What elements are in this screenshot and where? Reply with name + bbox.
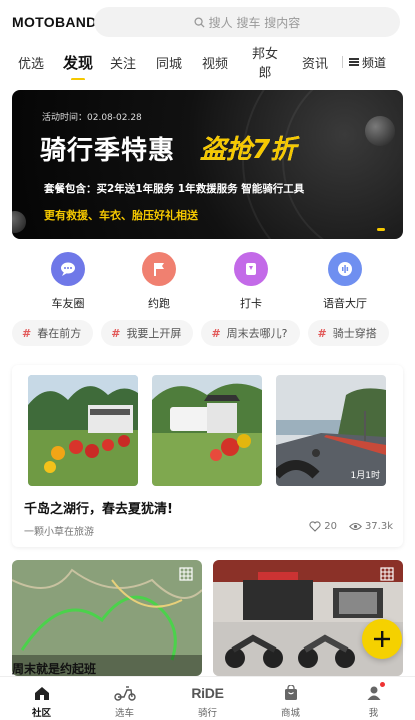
hashtag-chip[interactable]: # 骑士穿搭	[307, 320, 389, 346]
channel-label: 频道	[362, 55, 387, 70]
nav-ride[interactable]: RiDE 骑行	[166, 677, 249, 720]
create-post-button[interactable]	[362, 619, 402, 659]
chip-label: 我要上开屏	[126, 327, 182, 340]
bottom-nav: 社区 选车 RiDE 骑行 商城 我	[0, 676, 415, 720]
bookmark-pin-icon	[234, 252, 268, 286]
home-icon	[0, 683, 83, 703]
nav-label: 我	[368, 708, 379, 719]
quick-label: 语音大厅	[323, 297, 367, 310]
banner-date: 活动时间：02.08-02.28	[42, 113, 142, 123]
search-input[interactable]: 搜人 搜车 搜内容	[94, 7, 400, 37]
quick-item-riders-circle[interactable]: 车友圈	[28, 252, 108, 311]
nav-mall[interactable]: 商城	[249, 677, 332, 720]
user-icon	[332, 683, 415, 703]
quick-item-ride-meetup[interactable]: 约跑	[119, 252, 199, 311]
banner-highlight: 盗抢7折	[194, 129, 302, 166]
tab-youxuan[interactable]: 优选	[18, 53, 44, 72]
menu-icon	[349, 58, 359, 66]
tab-discover[interactable]: 发现	[62, 52, 94, 81]
quick-entries: 车友圈 约跑 打卡 语音大厅	[0, 252, 415, 314]
quick-label: 打卡	[240, 297, 262, 310]
tab-video[interactable]: 视频	[202, 53, 228, 72]
eye-icon	[348, 522, 362, 531]
nav-label: 选车	[114, 708, 134, 719]
banner-gift-text: 更有救援、车衣、胎压好礼相送	[44, 209, 198, 222]
hashtag-icon: #	[22, 326, 32, 340]
chip-label: 周末去哪儿?	[226, 327, 288, 340]
feed-thumb-title[interactable]: 周末就是约起班	[12, 660, 96, 676]
hashtag-icon: #	[111, 326, 121, 340]
quick-label: 车友圈	[51, 297, 85, 310]
nav-community[interactable]: 社区	[0, 677, 83, 720]
banner-decor-ball	[365, 116, 395, 146]
chip-label: 春在前方	[37, 327, 82, 340]
banner-page-indicator	[377, 228, 385, 231]
ride-logo-icon: RiDE	[191, 685, 224, 701]
shopping-bag-icon	[249, 683, 332, 703]
post-photo-grid: 1月1时	[28, 375, 387, 486]
tab-follow[interactable]: 关注	[110, 53, 136, 72]
category-tabs: 优选 发现 关注 同城 视频 邦女郎 资讯 频道	[0, 43, 415, 81]
notification-dot	[380, 682, 385, 687]
nav-me[interactable]: 我	[332, 677, 415, 720]
app-logo: MOTOBAND	[12, 14, 97, 30]
post-photo[interactable]	[152, 375, 262, 486]
hashtag-icon: #	[211, 326, 221, 340]
hashtag-chips: # 春在前方 # 我要上开屏 # 周末去哪儿? # 骑士穿搭	[12, 320, 397, 346]
audio-wave-icon	[328, 252, 362, 286]
tab-divider	[342, 56, 343, 68]
hashtag-chip[interactable]: # 春在前方	[12, 320, 94, 346]
nav-label: 社区	[31, 708, 51, 719]
channel-button[interactable]: 频道	[349, 54, 386, 71]
quick-label: 约跑	[148, 297, 170, 310]
feed-page: 活动时间：02.08-02.28 骑行季特惠 盗抢7折 套餐包含：买2年送1年服…	[0, 80, 415, 676]
promo-banner[interactable]: 活动时间：02.08-02.28 骑行季特惠 盗抢7折 套餐包含：买2年送1年服…	[12, 90, 403, 239]
quick-item-checkin[interactable]: 打卡	[211, 252, 291, 311]
banner-decor-ball	[12, 211, 26, 233]
scooter-icon	[83, 683, 166, 703]
tab-bangnvlang[interactable]: 邦女郎	[246, 43, 284, 81]
heart-icon	[309, 521, 321, 532]
search-placeholder: 搜人 搜车 搜内容	[208, 15, 301, 30]
search-icon	[194, 16, 205, 28]
nav-label: 骑行	[197, 708, 217, 719]
tab-news[interactable]: 资讯	[302, 53, 328, 72]
banner-package-text: 套餐包含：买2年送1年服务 1年救援服务 智能骑行工具	[44, 183, 305, 195]
flag-icon	[142, 252, 176, 286]
quick-item-voice-hall[interactable]: 语音大厅	[305, 252, 385, 311]
like-count: 20	[324, 521, 337, 532]
banner-title: 骑行季特惠	[40, 136, 176, 166]
feed-post-card[interactable]: 1月1时 千岛之湖行，春去夏犹清! 一颗小草在旅游 20 37.3k	[12, 365, 403, 547]
top-header: MOTOBAND 搜人 搜车 搜内容	[0, 0, 415, 44]
hashtag-icon: #	[317, 326, 327, 340]
view-count: 37.3k	[364, 521, 393, 532]
chip-label: 骑士穿搭	[332, 327, 377, 340]
post-photo[interactable]	[28, 375, 138, 486]
hashtag-chip[interactable]: # 周末去哪儿?	[201, 320, 300, 346]
post-stats: 20 37.3k	[297, 521, 393, 532]
plus-icon	[374, 631, 390, 647]
nav-label: 商城	[280, 708, 300, 719]
photo-duration-badge: 1月1时	[350, 471, 380, 481]
view-count-stat: 37.3k	[348, 521, 393, 532]
nav-choose-bike[interactable]: 选车	[83, 677, 166, 720]
hashtag-chip[interactable]: # 我要上开屏	[101, 320, 194, 346]
post-photo[interactable]: 1月1时	[276, 375, 386, 486]
feed-thumb-map[interactable]	[12, 560, 202, 676]
post-title[interactable]: 千岛之湖行，春去夏犹清!	[24, 498, 173, 517]
chat-bubble-icon	[51, 252, 85, 286]
post-author[interactable]: 一颗小草在旅游	[24, 523, 94, 538]
tab-local[interactable]: 同城	[156, 53, 182, 72]
feed-thumb-motorcycles[interactable]	[213, 560, 403, 676]
like-button[interactable]: 20	[309, 521, 337, 532]
